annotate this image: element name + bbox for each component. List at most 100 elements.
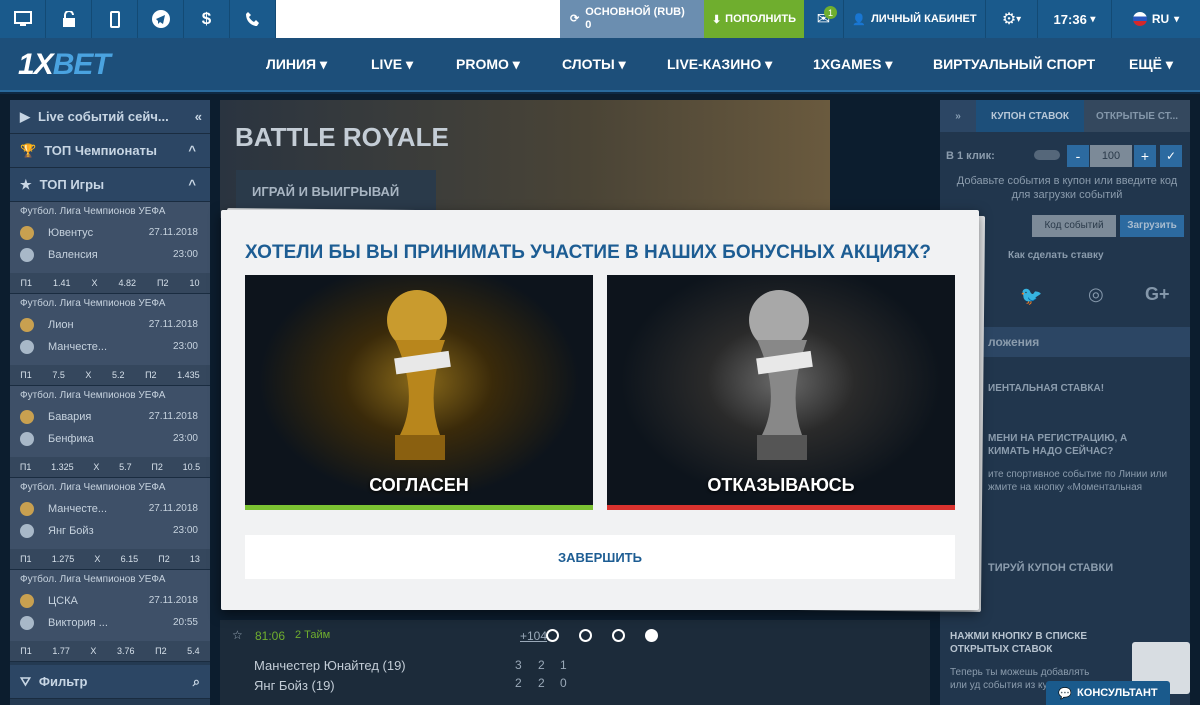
odds-cell[interactable]: 1.275 — [52, 554, 75, 564]
nav-promo[interactable]: PROMO ▾ — [456, 56, 520, 73]
google-plus-icon[interactable]: G+ — [1145, 284, 1170, 305]
odds-cell[interactable]: П2 — [145, 370, 156, 380]
collapse-icon[interactable]: « — [195, 109, 202, 124]
minus-button[interactable]: - — [1067, 145, 1089, 167]
odds-cell[interactable]: 1.41 — [53, 278, 71, 288]
hero-title: BATTLE ROYALE — [235, 122, 449, 152]
filter-bar[interactable]: ⛛ Фильтр ⌕ — [10, 665, 210, 699]
refresh-icon[interactable]: ⟳ — [570, 13, 579, 26]
slider-dot[interactable] — [546, 629, 559, 642]
table-row[interactable]: Манчестер Юнайтед (19) Янг Бойз (19) 3 2… — [220, 652, 930, 705]
nav-virtual-sport[interactable]: ВИРТУАЛЬНЫЙ СПОРТ — [933, 56, 1095, 72]
league-name: Футбол. Лига Чемпионов УЕФА — [20, 482, 166, 493]
odds-cell[interactable]: П1 — [20, 462, 31, 472]
odds-cell[interactable]: П2 — [151, 462, 162, 472]
odds-cell[interactable]: 6.15 — [121, 554, 139, 564]
match-card[interactable]: Футбол. Лига Чемпионов УЕФА ЦСКА 27.11.201… — [10, 570, 210, 662]
nav-1xgames[interactable]: 1XGAMES ▾ — [813, 56, 892, 73]
odds-cell[interactable]: П1 — [20, 370, 31, 380]
telegram-icon[interactable] — [138, 0, 184, 38]
nav-slots[interactable]: СЛОТЫ ▾ — [562, 56, 626, 73]
live-events-header[interactable]: ▶ Live событий сейч... « — [10, 100, 210, 134]
load-button[interactable]: Загрузить — [1120, 215, 1184, 237]
match-card[interactable]: Футбол. Лига Чемпионов УЕФА Бавария 27.11.… — [10, 386, 210, 478]
more-markets[interactable]: +104 — [520, 629, 547, 643]
settings-button[interactable]: ⚙ ▾ — [986, 0, 1038, 38]
decline-label: ОТКАЗЫВАЮСЬ — [707, 475, 855, 495]
odds-cell[interactable]: 5.4 — [187, 646, 200, 656]
one-click-toggle[interactable] — [1034, 150, 1060, 160]
odds-cell[interactable]: 5.7 — [119, 462, 132, 472]
odds-cell[interactable]: 4.82 — [118, 278, 136, 288]
instagram-icon[interactable]: ◎ — [1088, 284, 1104, 305]
hero-subtitle: ИГРАЙ И ВЫИГРЫВАЙ — [236, 170, 436, 210]
odds-cell[interactable]: X — [91, 278, 97, 288]
odds-row: П1 1.41 X 4.82 П2 10 — [10, 273, 210, 293]
odds-cell[interactable]: X — [85, 370, 91, 380]
language-selector[interactable]: RU ▾ — [1112, 0, 1200, 38]
nav-more[interactable]: ЕЩЁ ▾ — [1129, 56, 1173, 73]
odds-cell[interactable]: 13 — [190, 554, 200, 564]
match-card[interactable]: Футбол. Лига Чемпионов УЕФА Ювентус 27.11.… — [10, 202, 210, 294]
odds-cell[interactable]: X — [94, 554, 100, 564]
consultant-button[interactable]: 💬 КОНСУЛЬТАНТ — [1046, 681, 1170, 705]
odds-cell[interactable]: П1 — [20, 554, 31, 564]
plus-button[interactable]: + — [1134, 145, 1156, 167]
odds-cell[interactable]: П2 — [157, 278, 168, 288]
logo[interactable]: 1XBET — [18, 48, 111, 82]
slider-dot[interactable] — [612, 629, 625, 642]
finish-button[interactable]: ЗАВЕРШИТЬ — [245, 535, 955, 579]
odds-cell[interactable]: 10 — [189, 278, 199, 288]
expand-icon[interactable]: » — [940, 100, 976, 132]
odds-cell[interactable]: 5.2 — [112, 370, 125, 380]
desktop-icon[interactable] — [0, 0, 46, 38]
tab-open-bets[interactable]: ОТКРЫТЫЕ СТ... — [1084, 100, 1190, 132]
nav-label: СЛОТЫ — [562, 56, 615, 72]
cabinet-button[interactable]: 👤 ЛИЧНЫЙ КАБИНЕТ — [844, 0, 986, 38]
match-time: 23:00 — [172, 525, 198, 536]
time-selector[interactable]: 17:36 ▾ — [1038, 0, 1112, 38]
slider-dot[interactable] — [579, 629, 592, 642]
match-card[interactable]: Футбол. Лига Чемпионов УЕФА Манчесте... 27… — [10, 478, 210, 570]
odds-cell[interactable]: 1.325 — [51, 462, 74, 472]
phone-icon[interactable] — [230, 0, 276, 38]
dollar-icon[interactable]: $ — [184, 0, 230, 38]
tab-coupon[interactable]: КУПОН СТАВОК — [976, 100, 1084, 132]
odds-cell[interactable]: П1 — [20, 646, 31, 656]
deposit-button[interactable]: ⬇ ПОПОЛНИТЬ — [704, 0, 804, 38]
odds-cell[interactable]: 7.5 — [52, 370, 65, 380]
twitter-icon[interactable]: 🐦 — [1020, 286, 1042, 307]
balance-widget[interactable]: ⟳ ОСНОВНОЙ (RUB) 0 — [560, 0, 704, 38]
decline-card[interactable]: ОТКАЗЫВАЮСЬ — [607, 275, 955, 510]
lock-icon[interactable] — [46, 0, 92, 38]
odds-cell[interactable]: П2 — [155, 646, 166, 656]
agree-card[interactable]: СОГЛАСЕН — [245, 275, 593, 510]
mobile-icon[interactable] — [92, 0, 138, 38]
promo-question: МЕНИ НА РЕГИСТРАЦИЮ, А КИМАТЬ НАДО СЕЙЧА… — [988, 433, 1128, 457]
slider-dot-active[interactable] — [645, 629, 658, 642]
match-time: 20:55 — [172, 617, 198, 628]
top-champs-header[interactable]: 🏆 ТОП Чемпионаты ^ — [10, 134, 210, 168]
odds-cell[interactable]: 1.77 — [52, 646, 70, 656]
odds-cell[interactable]: П2 — [158, 554, 169, 564]
match-time: 23:00 — [172, 341, 198, 352]
odds-cell[interactable]: X — [93, 462, 99, 472]
messages-button[interactable]: ✉ 1 — [804, 0, 844, 38]
odds-cell[interactable]: П1 — [20, 278, 31, 288]
odds-cell[interactable]: 10.5 — [183, 462, 201, 472]
how-to-bet-link[interactable]: Как сделать ставку — [1008, 250, 1104, 261]
top-games-header[interactable]: ★ ТОП Игры ^ — [10, 168, 210, 202]
check-icon[interactable]: ✓ — [1160, 145, 1182, 167]
star-icon[interactable]: ☆ — [232, 628, 243, 642]
nav-live[interactable]: LIVE ▾ — [371, 56, 413, 73]
odds-cell[interactable]: 3.76 — [117, 646, 135, 656]
code-input[interactable]: Код событий — [1032, 215, 1116, 237]
odds-cell[interactable]: X — [90, 646, 96, 656]
amount-input[interactable]: 100 — [1090, 145, 1132, 167]
nav-live-casino[interactable]: LIVE-КАЗИНО ▾ — [667, 56, 772, 73]
match-card[interactable]: Футбол. Лига Чемпионов УЕФА Лион 27.11.201… — [10, 294, 210, 386]
chevron-up-icon: ^ — [188, 143, 196, 158]
odds-cell[interactable]: 1.435 — [177, 370, 200, 380]
search-icon[interactable]: ⌕ — [193, 674, 200, 690]
nav-line[interactable]: ЛИНИЯ ▾ — [266, 56, 327, 73]
